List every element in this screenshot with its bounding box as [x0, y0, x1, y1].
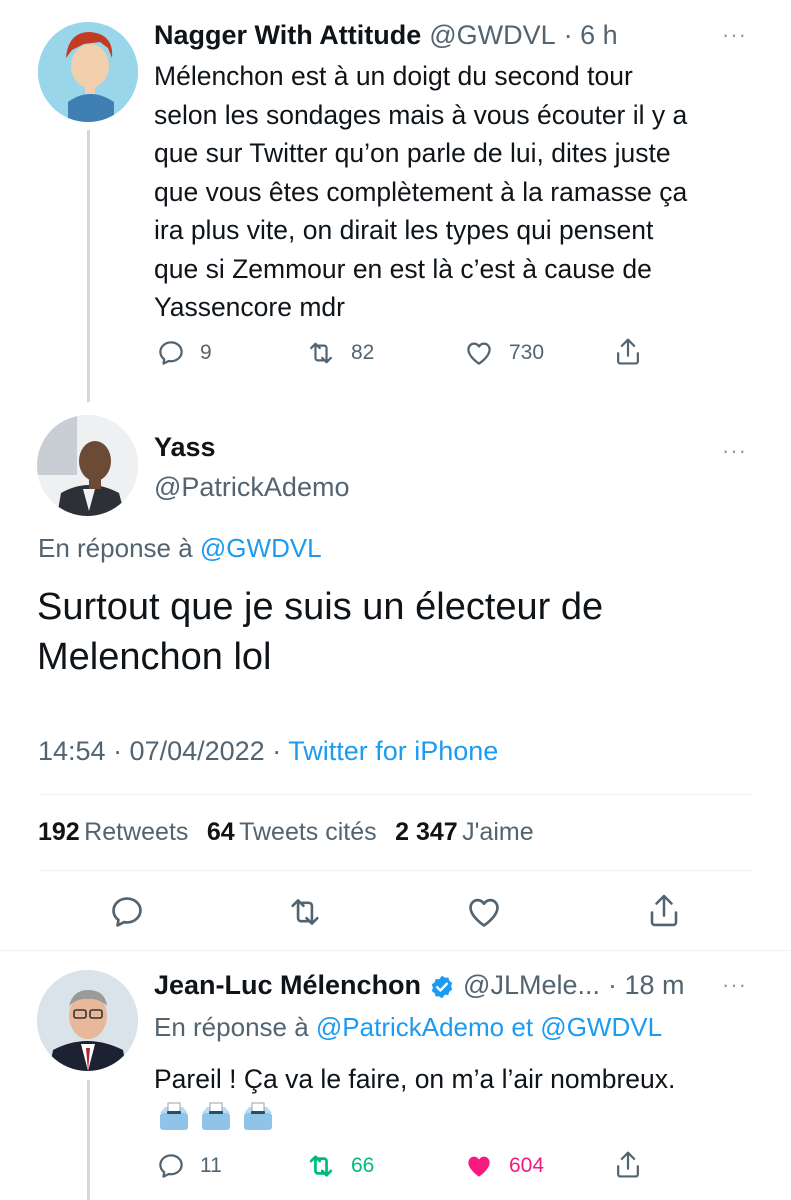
reply-and: et — [511, 1012, 534, 1042]
divider — [0, 950, 791, 951]
like-button[interactable]: 730 — [463, 338, 544, 368]
reply-mention[interactable]: @PatrickAdemo — [316, 1012, 504, 1042]
retweet-icon — [309, 1155, 333, 1177]
retweet-button[interactable]: 66 — [305, 1151, 374, 1181]
share-icon — [617, 1151, 639, 1178]
heart-icon — [469, 898, 499, 927]
author-handle[interactable]: @PatrickAdemo — [154, 472, 349, 503]
tweet-header: Jean-Luc Mélenchon @JLMele... · 18 m — [154, 970, 685, 1004]
tweet-meta: 14:54 · 07/04/2022 · Twitter for iPhone — [38, 736, 498, 767]
author-name[interactable]: Nagger With Attitude — [154, 20, 421, 51]
thread-line — [87, 130, 90, 402]
like-count: 604 — [509, 1154, 545, 1177]
share-button[interactable] — [646, 891, 682, 931]
quotes-count[interactable]: 64 — [207, 818, 235, 846]
avatar[interactable] — [37, 970, 138, 1071]
reply-context: En réponse à @GWDVL — [38, 533, 322, 564]
reply-prefix: En réponse à — [154, 1012, 309, 1042]
tweet-text: Pareil ! Ça va le faire, on m’a l’air no… — [154, 1064, 676, 1094]
more-options-button[interactable]: ··· — [722, 438, 747, 464]
more-options-button[interactable]: ··· — [722, 22, 747, 48]
timestamp[interactable]: 14:54 · 07/04/2022 · — [38, 736, 281, 766]
author-name[interactable]: Jean-Luc Mélenchon — [154, 970, 421, 1001]
reply-mention[interactable]: @GWDVL — [540, 1012, 662, 1042]
likes-label[interactable]: J'aime — [462, 818, 533, 846]
verified-badge-icon — [429, 974, 455, 1000]
avatar[interactable] — [38, 22, 138, 122]
ballot-box-icon — [160, 1102, 188, 1130]
reply-button[interactable]: 9 — [156, 338, 212, 368]
divider — [38, 794, 754, 795]
tweet-text: Mélenchon est à un doigt du second tour … — [154, 61, 688, 322]
retweet-count: 82 — [351, 341, 375, 364]
reply-button[interactable] — [108, 893, 146, 931]
retweets-count[interactable]: 192 — [38, 818, 80, 846]
reply-prefix: En réponse à — [38, 533, 193, 563]
reply-icon — [159, 341, 183, 365]
reply-icon — [159, 1154, 183, 1178]
tweet-text: Surtout que je suis un électeur de Melen… — [37, 586, 604, 678]
thread-line — [87, 1080, 90, 1200]
author-name[interactable]: Yass — [154, 432, 216, 463]
author-handle[interactable]: @JLMele... — [463, 970, 600, 1001]
like-button[interactable] — [465, 893, 503, 931]
ballot-box-icon — [244, 1102, 272, 1130]
share-icon — [650, 894, 678, 927]
reply-context: En réponse à @PatrickAdemo et @GWDVL — [154, 1012, 662, 1043]
share-button[interactable] — [613, 1149, 643, 1181]
more-options-button[interactable]: ··· — [722, 972, 747, 998]
author-handle[interactable]: @GWDVL — [429, 20, 555, 51]
reply-mention[interactable]: @GWDVL — [200, 533, 322, 563]
retweets-label[interactable]: Retweets — [84, 818, 188, 846]
reply-count: 9 — [200, 341, 212, 364]
ballot-box-icon — [202, 1102, 230, 1130]
ballot-box-emojis — [157, 1102, 275, 1132]
reply-icon — [112, 897, 142, 927]
quotes-label[interactable]: Tweets cités — [239, 818, 377, 846]
reply-count: 11 — [200, 1154, 222, 1177]
retweet-count: 66 — [351, 1154, 375, 1177]
tweet-source[interactable]: Twitter for iPhone — [288, 736, 498, 766]
divider — [38, 870, 754, 871]
tweet-time[interactable]: · 6 h — [564, 20, 618, 51]
retweet-icon — [291, 899, 319, 925]
like-button[interactable]: 604 — [463, 1151, 544, 1181]
tweet-time[interactable]: · 18 m — [608, 970, 685, 1001]
avatar[interactable] — [37, 415, 138, 516]
engagement-stats: 192 Retweets 64 Tweets cités 2 347 J'aim… — [38, 818, 548, 847]
retweet-button[interactable]: 82 — [305, 338, 374, 368]
likes-count[interactable]: 2 347 — [395, 818, 458, 846]
share-icon — [617, 338, 639, 365]
like-count: 730 — [509, 341, 545, 364]
heart-icon — [468, 1156, 490, 1177]
tweet-header: Nagger With Attitude @GWDVL · 6 h — [154, 20, 618, 54]
heart-icon — [467, 342, 491, 365]
reply-button[interactable]: 11 — [156, 1151, 222, 1181]
retweet-button[interactable] — [285, 893, 325, 931]
share-button[interactable] — [613, 336, 643, 368]
retweet-icon — [310, 342, 332, 364]
